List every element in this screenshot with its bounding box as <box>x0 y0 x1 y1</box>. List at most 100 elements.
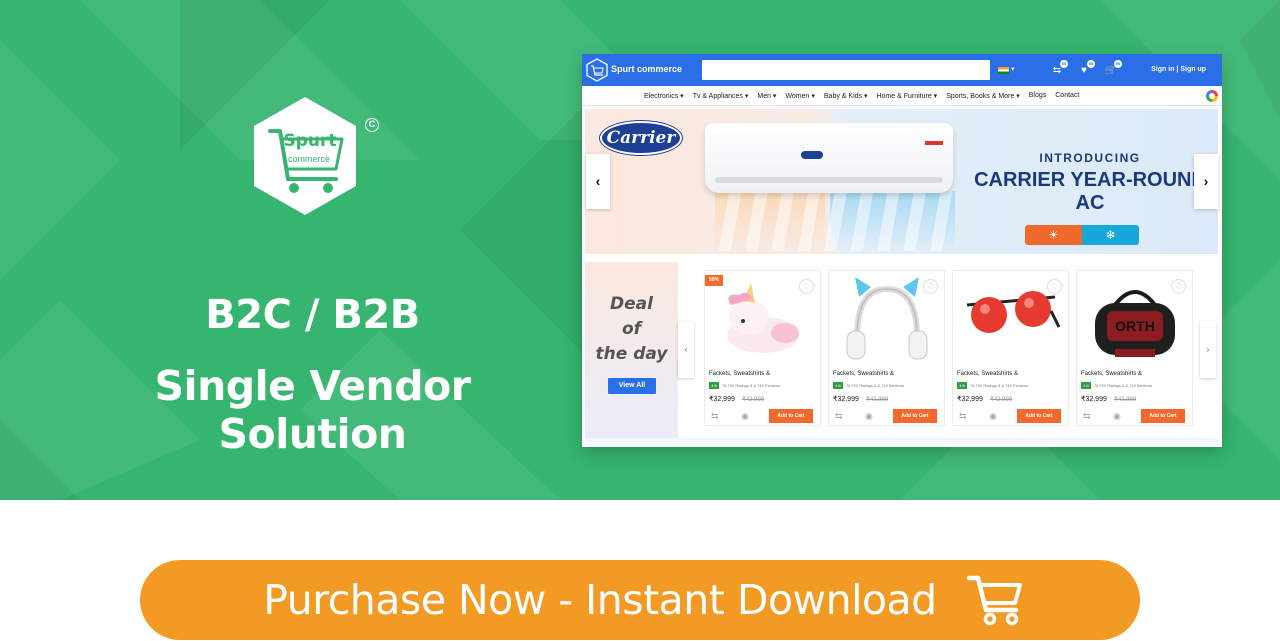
storefront-preview: Spurt commerce ▾ ⇆ 00 ♥ 00 🛒 00 Sign in | S… <box>582 54 1222 447</box>
nav-item-electronics[interactable]: Electronics ▾ <box>644 92 684 100</box>
sign-in-link[interactable]: Sign in | Sign up <box>1151 66 1206 73</box>
view-all-button[interactable]: View All <box>608 378 656 394</box>
product-rating: 4.6 76,700 Ratings & 6,740 Reviews <box>1081 381 1152 389</box>
product-image-sunglasses[interactable] <box>961 275 1061 363</box>
deal-title-line-3: the day <box>595 344 668 364</box>
rating-badge: 4.6 <box>1081 381 1091 389</box>
add-to-cart-button[interactable]: Add to Cart <box>1141 409 1185 423</box>
product-name[interactable]: Fackets, Sweatshirts & <box>709 371 770 377</box>
deal-promo-panel: Deal of the day View All <box>585 262 678 438</box>
nav-item-home-furniture[interactable]: Home & Furniture ▾ <box>876 92 937 100</box>
wishlist-heart-icon[interactable]: ♡ <box>799 279 814 294</box>
rating-reviews: 76,700 Ratings & 6,740 Reviews <box>1094 382 1153 388</box>
discount-badge: 50% <box>705 275 724 286</box>
rating-reviews: 76,700 Ratings & 6,740 Reviews <box>970 382 1029 388</box>
sun-icon: ☀ <box>1048 228 1059 242</box>
carousel-next-button[interactable]: › <box>1194 154 1218 209</box>
deal-products-carousel: ‹ › 50% ♡ Fackets, Sweatshirts & 4.6 76,700 … <box>678 262 1218 438</box>
wishlist-heart-icon[interactable]: ♡ <box>1047 279 1062 294</box>
product-mrp: ₹42,999 <box>866 397 889 403</box>
compare-icon[interactable]: ⇆ 00 <box>1050 60 1068 78</box>
cart-icon <box>966 575 1022 626</box>
nav-item-blogs[interactable]: Blogs <box>1029 92 1047 100</box>
compare-icon[interactable]: ⇆ <box>959 411 967 422</box>
product-rating: 4.6 76,700 Ratings & 6,740 Reviews <box>709 381 780 389</box>
deal-of-the-day-section: Deal of the day View All ‹ › 50% ♡ Fackets, … <box>585 262 1218 442</box>
nav-item-women[interactable]: Women ▾ <box>785 92 814 100</box>
site-logo-icon[interactable] <box>586 58 608 82</box>
deals-prev-button[interactable]: ‹ <box>678 322 694 378</box>
quick-view-eye-icon[interactable]: ◉ <box>989 411 997 422</box>
product-price: ₹32,999 <box>957 396 983 403</box>
deal-of-the-day-title: Deal of the day <box>585 292 678 367</box>
site-search-input[interactable] <box>702 60 990 80</box>
airflow-streaks <box>715 191 955 251</box>
cart-icon[interactable]: 🛒 00 <box>1104 60 1122 78</box>
product-name[interactable]: Fackets, Sweatshirts & <box>833 371 894 377</box>
heat-mode-badge: ☀ <box>1025 225 1082 245</box>
product-mrp: ₹42,999 <box>742 397 765 403</box>
product-price: ₹32,999 <box>709 396 735 403</box>
nav-item-sports-books-more[interactable]: Sports, Books & More ▾ <box>946 92 1020 100</box>
add-to-cart-button[interactable]: Add to Cart <box>1017 409 1061 423</box>
product-image-unicorn-plush[interactable] <box>713 275 813 363</box>
purchase-now-button[interactable]: Purchase Now - Instant Download <box>140 560 1140 640</box>
product-card[interactable]: 50% ♡ Fackets, Sweatshirts & 4.6 76,700 Rati… <box>704 270 821 426</box>
ac-brand-badge <box>801 151 823 159</box>
add-to-cart-button[interactable]: Add to Cart <box>769 409 813 423</box>
nav-item-contact[interactable]: Contact <box>1055 92 1079 100</box>
product-card[interactable]: ♡ Fackets, Sweatshirts & 4.6 76,700 Ratings… <box>952 270 1069 426</box>
banner-headline-main: CARRIER YEAR-ROUND AC <box>974 169 1206 214</box>
quick-view-eye-icon[interactable]: ◉ <box>1113 411 1121 422</box>
svg-text:ORTH: ORTH <box>1115 318 1155 334</box>
wishlist-heart-icon[interactable]: ♡ <box>923 279 938 294</box>
product-card[interactable]: ORTH ♡ Fackets, Sweatshirts & 4.6 76,700 Rat… <box>1076 270 1193 426</box>
product-name[interactable]: Fackets, Sweatshirts & <box>1081 371 1142 377</box>
hero-carousel[interactable]: Carrier INTRODUCING CARRIER YEAR-ROUND A… <box>585 109 1218 254</box>
site-category-nav: Electronics ▾ Tv & Appliances ▾ Men ▾ Women… <box>582 86 1222 106</box>
compare-icon[interactable]: ⇆ <box>711 411 719 422</box>
product-mrp: ₹42,999 <box>1114 397 1137 403</box>
nav-item-men[interactable]: Men ▾ <box>757 92 776 100</box>
banner-headline-intro: INTRODUCING <box>1039 151 1141 165</box>
wishlist-heart-icon[interactable]: ♥ 00 <box>1077 60 1095 78</box>
product-mrp: ₹42,999 <box>990 397 1013 403</box>
deal-title-line-2: of <box>621 319 642 339</box>
rating-badge: 4.6 <box>709 381 719 389</box>
product-card[interactable]: ♡ Fackets, Sweatshirts & 4.6 76,700 Ratings… <box>828 270 945 426</box>
deal-title-line-1: Deal <box>610 294 653 314</box>
rating-badge: 4.6 <box>833 381 843 389</box>
cool-mode-badge: ❄ <box>1082 225 1139 245</box>
product-rating: 4.6 76,700 Ratings & 6,740 Reviews <box>833 381 904 389</box>
logo-word-commerce: commerce <box>287 154 330 164</box>
add-to-cart-button[interactable]: Add to Cart <box>893 409 937 423</box>
ac-indicator-strip <box>925 141 943 145</box>
nav-item-baby-kids[interactable]: Baby & Kids ▾ <box>824 92 868 100</box>
product-image-headphones[interactable] <box>837 275 937 363</box>
spurt-commerce-logo: Spurt commerce <box>250 95 360 217</box>
quick-view-eye-icon[interactable]: ◉ <box>865 411 873 422</box>
compare-icon[interactable]: ⇆ <box>835 411 843 422</box>
loading-ring-icon <box>1206 90 1218 102</box>
product-name[interactable]: Fackets, Sweatshirts & <box>957 371 1018 377</box>
chevron-down-icon[interactable]: ▾ <box>1011 65 1015 73</box>
logo-word-spurt: Spurt <box>283 131 337 151</box>
nav-item-tv-appliances[interactable]: Tv & Appliances ▾ <box>693 92 749 100</box>
rating-badge: 4.6 <box>957 381 967 389</box>
air-conditioner-image <box>705 123 953 193</box>
deals-next-button[interactable]: › <box>1200 322 1216 378</box>
india-flag-icon[interactable] <box>998 67 1009 74</box>
product-image-duffel-bag[interactable]: ORTH <box>1085 275 1185 363</box>
carrier-logo: Carrier <box>600 121 682 155</box>
site-topbar: Spurt commerce ▾ ⇆ 00 ♥ 00 🛒 00 Sign in | S… <box>582 54 1222 86</box>
product-rating: 4.6 76,700 Ratings & 6,740 Reviews <box>957 381 1028 389</box>
site-brand-name: Spurt commerce <box>611 64 683 74</box>
quick-view-eye-icon[interactable]: ◉ <box>741 411 749 422</box>
snowflake-icon: ❄ <box>1105 228 1116 242</box>
wishlist-heart-icon[interactable]: ♡ <box>1171 279 1186 294</box>
compare-icon[interactable]: ⇆ <box>1083 411 1091 422</box>
cart-count-badge: 00 <box>1114 60 1122 68</box>
rating-reviews: 76,700 Ratings & 6,740 Reviews <box>846 382 905 388</box>
carousel-prev-button[interactable]: ‹ <box>586 154 610 209</box>
copyright-mark: C <box>365 118 379 132</box>
